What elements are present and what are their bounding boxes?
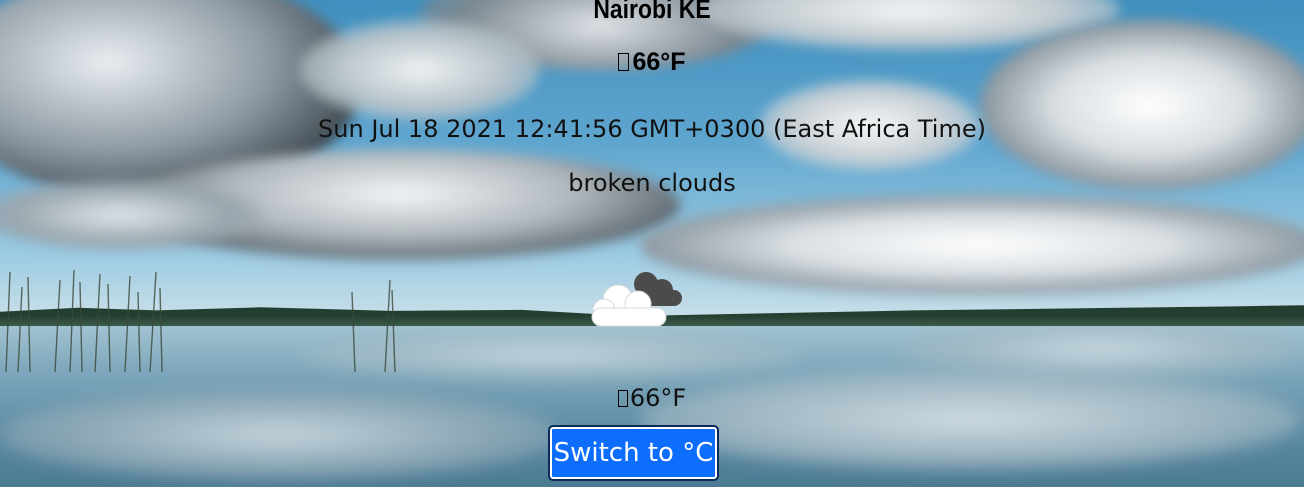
temperature-value: 66°F [632, 48, 686, 76]
country-code: KE [678, 0, 711, 24]
current-temperature-heading: 66°F [0, 48, 1304, 77]
temperature-reading: 66°F [0, 384, 1304, 412]
temperature-value: 66°F [629, 384, 687, 412]
weather-card: Nairobi KE 66°F Sun Jul 18 2021 12:41:56… [0, 0, 1304, 487]
broken-clouds-icon [591, 272, 682, 327]
weather-description: broken clouds [568, 169, 736, 197]
thermometer-icon [618, 53, 630, 71]
thermometer-icon [617, 390, 628, 407]
switch-unit-button[interactable]: Switch to °C [548, 425, 719, 481]
date-time: Sun Jul 18 2021 12:41:56 GMT+0300 (East … [318, 115, 986, 143]
location-heading: Nairobi KE [98, 0, 1206, 25]
city-name: Nairobi [593, 0, 673, 24]
